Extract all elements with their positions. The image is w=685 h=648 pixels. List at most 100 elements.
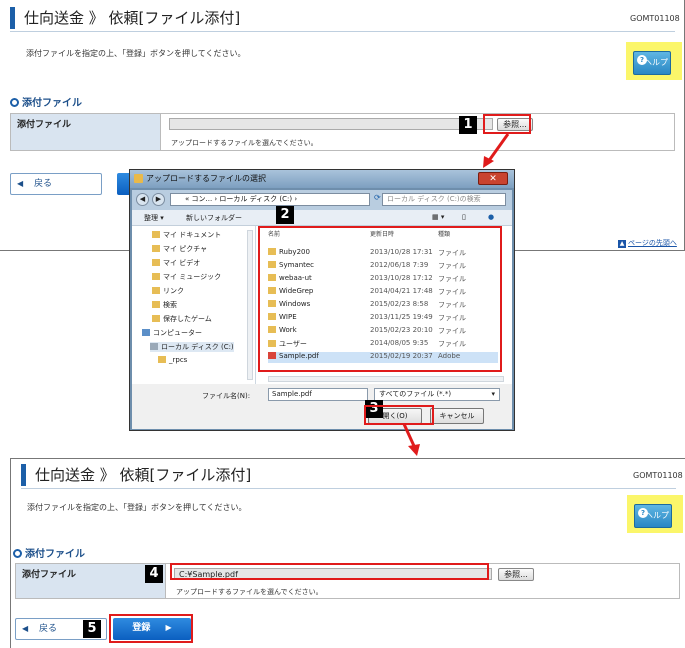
folder-icon <box>152 301 160 308</box>
nav-item[interactable]: マイ ミュージック <box>152 272 221 282</box>
folder-icon <box>152 259 160 266</box>
help-button[interactable]: ? ヘルプ <box>633 51 671 75</box>
folder-icon <box>152 231 160 238</box>
file-list-highlight <box>258 226 502 372</box>
file-type-value: すべてのファイル (*.*) <box>379 390 452 398</box>
page-top-link-label: ページの先頭へ <box>628 239 677 247</box>
attachment-row-label: 添付ファイル <box>11 114 161 150</box>
back-arrow-icon: ◀ <box>17 179 24 188</box>
file-list-scrollbar[interactable] <box>268 376 504 382</box>
nav-item-label: リンク <box>163 287 184 295</box>
preview-pane-icon[interactable]: ▯ <box>462 213 466 221</box>
nav-item[interactable]: マイ ピクチャ <box>152 244 207 254</box>
folder-icon <box>152 245 160 252</box>
header-accent-bar <box>10 7 15 29</box>
screen-code: GOMT01108 <box>630 14 680 23</box>
attachment-row-label: 添付ファイル <box>16 564 166 598</box>
nav-item[interactable]: マイ ビデオ <box>152 258 200 268</box>
nav-item-selected[interactable]: ローカル ディスク (C:) <box>150 342 234 352</box>
help-circle-icon[interactable]: ● <box>488 213 494 221</box>
question-icon: ? <box>638 508 648 518</box>
section-title-label: 添付ファイル <box>22 98 82 109</box>
nav-item[interactable]: _rpcs <box>158 356 187 364</box>
file-path-field[interactable] <box>169 118 493 130</box>
page-title: 仕向送金 》 依頼[ファイル添付] <box>35 466 252 484</box>
section-bullet-icon <box>13 549 22 558</box>
cancel-button[interactable]: キャンセル <box>430 408 484 424</box>
nav-item-label: 検索 <box>163 301 177 309</box>
nav-item[interactable]: マイ ドキュメント <box>152 230 221 240</box>
up-arrow-icon: ▲ <box>618 240 626 248</box>
step-number-5: 5 <box>83 620 101 638</box>
file-path-highlight <box>170 563 489 580</box>
page-header: 仕向送金 》 依頼[ファイル添付] <box>10 6 675 32</box>
organize-button[interactable]: 整理 ▾ <box>144 213 164 223</box>
nav-item[interactable]: 保存したゲーム <box>152 314 212 324</box>
instruction-text: 添付ファイルを指定の上、「登録」ボタンを押してください。 <box>26 49 246 58</box>
browse-button[interactable]: 参照... <box>498 568 534 581</box>
page-title: 仕向送金 》 依頼[ファイル添付] <box>24 9 241 27</box>
step-number-4: 4 <box>145 565 163 583</box>
nav-item[interactable]: リンク <box>152 286 184 296</box>
back-button-label: 戻る <box>34 179 53 189</box>
new-folder-button[interactable]: 新しいフォルダー <box>186 213 242 223</box>
register-highlight <box>109 614 193 643</box>
back-arrow-icon: ◀ <box>22 624 29 633</box>
file-type-select[interactable]: すべてのファイル (*.*) ▾ <box>374 388 500 401</box>
section-title-label: 添付ファイル <box>25 549 85 560</box>
page-top-link[interactable]: ▲ ページの先頭へ <box>618 238 677 248</box>
nav-item-label: マイ ミュージック <box>163 273 222 281</box>
navigation-pane: マイ ドキュメント マイ ピクチャ マイ ビデオ マイ ミュージック リンク 検… <box>132 226 256 384</box>
address-path[interactable]: « コン... › ローカル ディスク (C:) › <box>170 193 370 206</box>
arrow-to-dialog <box>483 133 510 168</box>
page-header: 仕向送金 》 依頼[ファイル添付] <box>21 463 676 489</box>
nav-item-label: マイ ピクチャ <box>163 245 208 253</box>
back-button-label: 戻る <box>39 624 58 634</box>
nav-item-label: マイ ビデオ <box>163 259 201 267</box>
header-accent-bar <box>21 464 26 486</box>
section-bullet-icon <box>10 98 19 107</box>
nav-item-label: マイ ドキュメント <box>163 231 222 239</box>
section-title: 添付ファイル <box>10 94 82 109</box>
filename-label: ファイル名(N): <box>202 392 251 400</box>
help-button[interactable]: ? ヘルプ <box>634 504 672 528</box>
nav-item-label: 保存したゲーム <box>163 315 212 323</box>
dialog-footer: ファイル名(N): Sample.pdf すべてのファイル (*.*) ▾ 開く(… <box>132 384 512 429</box>
forward-nav-icon[interactable]: ▶ <box>152 193 165 206</box>
step-number-2: 2 <box>276 206 294 224</box>
folder-icon <box>152 315 160 322</box>
back-button[interactable]: ◀ 戻る <box>10 173 102 195</box>
attachment-row: 添付ファイル 参照... アップロードするファイルを選んでください。 <box>10 113 675 151</box>
nav-scrollbar[interactable] <box>247 230 253 380</box>
dialog-title: アップロードするファイルの選択 <box>146 174 266 183</box>
instruction-text: 添付ファイルを指定の上、「登録」ボタンを押してください。 <box>27 503 247 512</box>
chevron-down-icon: ▾ <box>491 390 495 398</box>
question-icon: ? <box>637 55 647 65</box>
filename-input[interactable]: Sample.pdf <box>268 388 368 401</box>
section-title: 添付ファイル <box>13 545 85 560</box>
dialog-toolbar: 整理 ▾ 新しいフォルダー ▦ ▾ ▯ ● <box>132 210 512 226</box>
folder-search-input[interactable]: ローカル ディスク (C:)の検索 <box>382 193 506 206</box>
back-nav-icon[interactable]: ◀ <box>136 193 149 206</box>
help-highlight: ? ヘルプ <box>626 42 682 80</box>
view-options-icon[interactable]: ▦ ▾ <box>432 213 444 221</box>
dialog-close-button[interactable]: ✕ <box>478 172 508 185</box>
nav-item-label: コンピューター <box>153 329 202 337</box>
nav-item[interactable]: コンピューター <box>142 328 202 338</box>
nav-item-label: _rpcs <box>169 356 188 364</box>
help-highlight: ? ヘルプ <box>627 495 683 533</box>
upload-hint: アップロードするファイルを選んでください。 <box>171 139 318 147</box>
dialog-titlebar: アップロードするファイルの選択 ✕ <box>130 170 514 188</box>
dialog-app-icon <box>134 174 143 183</box>
refresh-icon[interactable]: ⟳ <box>374 193 381 202</box>
drive-icon <box>150 343 158 350</box>
close-icon: ✕ <box>489 174 497 184</box>
nav-item-label: ローカル ディスク (C:) <box>161 343 234 351</box>
upload-hint: アップロードするファイルを選んでください。 <box>176 588 323 596</box>
nav-item[interactable]: 検索 <box>152 300 177 310</box>
folder-icon <box>152 287 160 294</box>
screen-code: GOMT01108 <box>633 471 683 480</box>
folder-icon <box>152 273 160 280</box>
computer-icon <box>142 329 150 336</box>
address-bar: ◀ ▶ « コン... › ローカル ディスク (C:) › ⟳ ローカル ディ… <box>132 190 512 210</box>
